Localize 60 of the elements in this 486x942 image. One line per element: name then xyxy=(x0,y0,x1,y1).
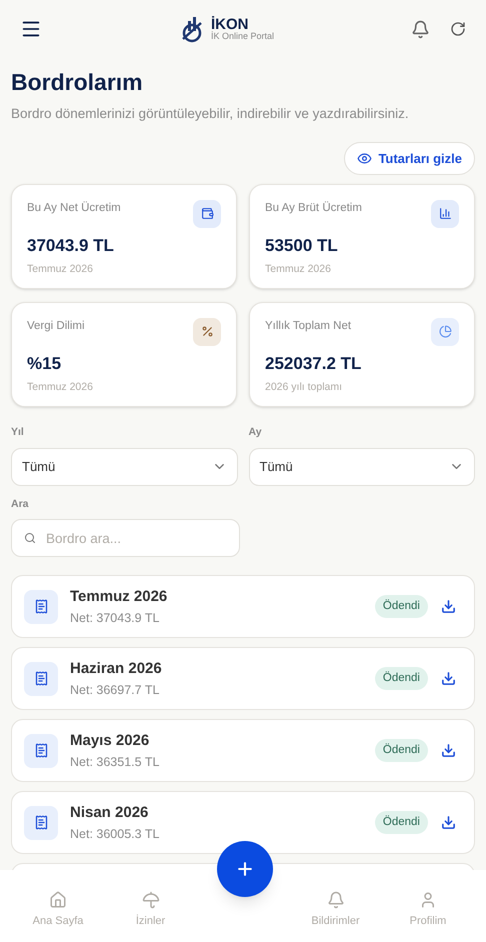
payslip-period: Nisan 2026 xyxy=(70,803,150,824)
stat-note: Temmuz 2026 xyxy=(27,262,94,278)
hide-amounts-button[interactable]: Tutarları gizle xyxy=(344,142,475,175)
stat-value: %15 xyxy=(27,352,62,375)
pie-chart-icon xyxy=(431,318,459,346)
percent-icon xyxy=(193,318,221,346)
stat-label: Vergi Dilimi xyxy=(27,318,85,334)
filter-label: Ay xyxy=(248,424,263,440)
search-icon xyxy=(24,532,36,544)
download-icon[interactable] xyxy=(441,743,456,758)
umbrella-icon xyxy=(142,890,160,909)
download-icon[interactable] xyxy=(441,815,456,830)
home-icon xyxy=(49,890,67,909)
payslip-card[interactable]: Mayıs 2026 Net: 36351.5 TL Ödendi xyxy=(11,719,475,782)
page-title: Bordrolarım xyxy=(11,68,144,97)
payslip-card[interactable]: Haziran 2026 Net: 36697.7 TL Ödendi xyxy=(11,647,475,710)
wallet-icon xyxy=(193,200,221,228)
bar-chart-icon xyxy=(431,200,459,228)
download-icon[interactable] xyxy=(441,599,456,614)
payslip-card[interactable]: Nisan 2026 Net: 36005.3 TL Ödendi xyxy=(11,791,475,854)
search-field[interactable]: Bordro ara... xyxy=(11,519,240,558)
notification-icon[interactable] xyxy=(411,20,430,38)
stat-note: Temmuz 2026 xyxy=(265,262,332,278)
select-field[interactable]: Tümü xyxy=(248,448,475,486)
payslip-card[interactable]: Temmuz 2026 Net: 37043.9 TL Ödendi xyxy=(11,575,475,638)
receipt-icon xyxy=(24,662,58,696)
stat-label: Bu Ay Brüt Ücretim xyxy=(265,200,362,216)
filter-label: Ara xyxy=(11,496,30,512)
receipt-icon xyxy=(24,590,58,624)
user-icon xyxy=(419,890,437,909)
payslip-net: Net: 36351.5 TL xyxy=(70,754,160,771)
stat-label: Yıllık Toplam Net xyxy=(265,318,352,334)
logo-subtitle: İK Online Portal xyxy=(210,32,274,41)
filter-label: Yıl xyxy=(11,424,25,440)
status-badge: Ödendi xyxy=(374,811,428,834)
stat-label: Bu Ay Net Ücretim xyxy=(27,200,121,216)
payslip-period: Haziran 2026 xyxy=(70,659,163,680)
payslip-net: Net: 36005.3 TL xyxy=(70,826,160,843)
stat-note: 2026 yılı toplamı xyxy=(265,380,344,396)
stat-value: 53500 TL xyxy=(265,234,339,257)
page-subtitle: Bordro dönemlerinizi görüntüleyebilir, indirebilir ve yazdırabilirsiniz. xyxy=(11,104,410,123)
payslip-period: Mayıs 2026 xyxy=(70,731,150,752)
stat-value: 37043.9 TL xyxy=(27,234,115,257)
stat-value: 252037.2 TL xyxy=(265,352,362,375)
eye-icon xyxy=(357,150,372,166)
status-badge: Ödendi xyxy=(374,667,428,690)
status-badge: Ödendi xyxy=(374,739,428,762)
bell-icon xyxy=(326,890,344,909)
stat-note: Temmuz 2026 xyxy=(27,380,94,396)
download-icon[interactable] xyxy=(441,671,456,686)
payslip-net: Net: 37043.9 TL xyxy=(70,610,160,627)
payslip-net: Net: 36697.7 TL xyxy=(70,682,160,699)
payslip-period: Temmuz 2026 xyxy=(70,587,168,608)
refresh-icon[interactable] xyxy=(450,21,466,37)
status-badge: Ödendi xyxy=(374,595,428,618)
logo-title: İKON xyxy=(210,17,250,32)
plus-icon xyxy=(235,859,255,879)
select-field[interactable]: Tümü xyxy=(11,448,238,486)
receipt-icon xyxy=(24,734,58,768)
receipt-icon xyxy=(24,806,58,840)
